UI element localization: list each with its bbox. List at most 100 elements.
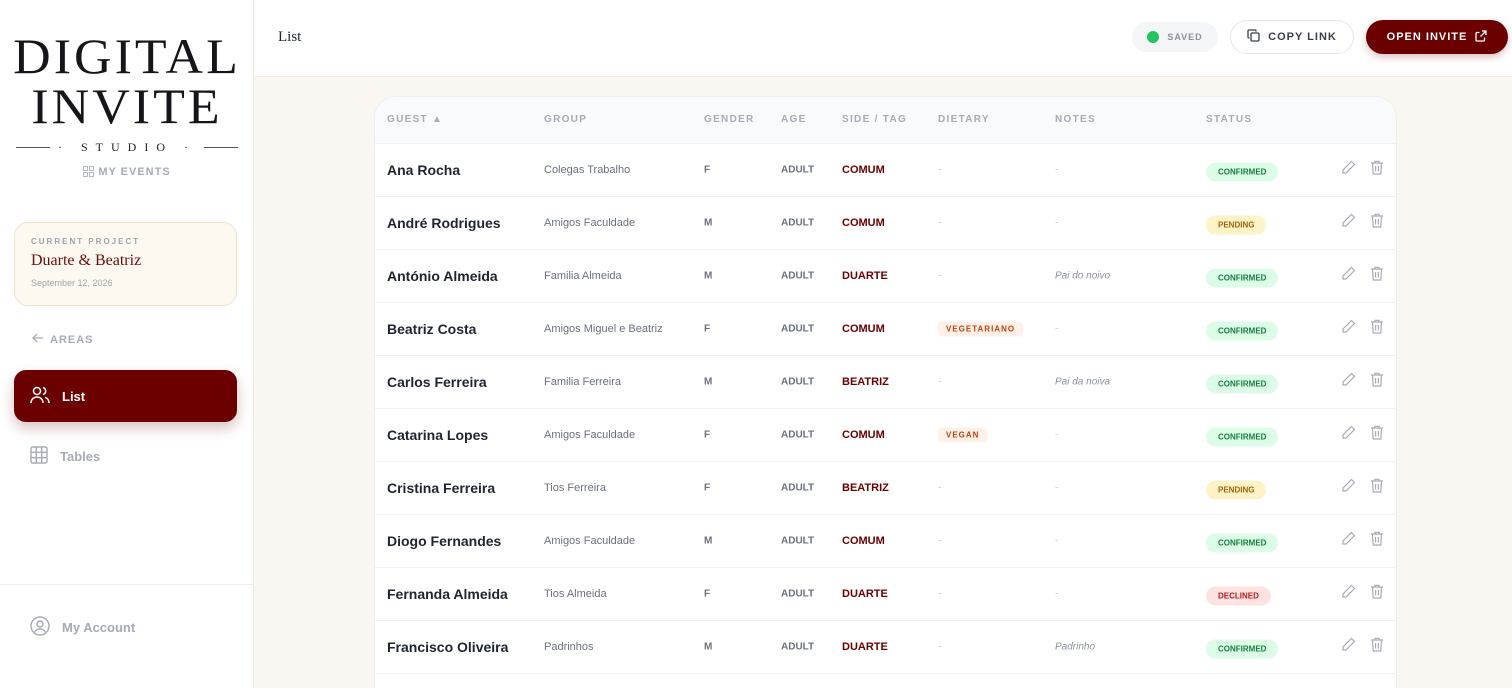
guest-group: Familia Ferreira <box>544 376 622 388</box>
delete-trash-icon[interactable] <box>1370 372 1384 393</box>
guest-age: ADULT <box>781 270 815 282</box>
status-badge: CONFIRMED <box>1206 268 1279 288</box>
delete-trash-icon[interactable] <box>1370 478 1384 499</box>
guest-table: GUEST ▲ GROUP GENDER AGE SIDE / TAG DIET… <box>374 96 1397 688</box>
grid-icon <box>30 445 48 467</box>
guest-name: Cristina Ferreira <box>387 480 496 496</box>
studio-logo[interactable]: DIGITAL INVITE · STUDIO · <box>0 32 254 155</box>
delete-trash-icon[interactable] <box>1370 160 1384 181</box>
guest-notes: Padrinho <box>1055 641 1096 653</box>
table-row[interactable]: Cristina Ferreira Tios Ferreira F ADULT BEAT… <box>375 462 1396 515</box>
guest-gender: M <box>704 641 713 653</box>
status-badge: CONFIRMED <box>1206 639 1279 659</box>
table-row[interactable]: Catarina Lopes Amigos Faculdade F ADULT COMU… <box>375 409 1396 462</box>
edit-pencil-icon[interactable] <box>1341 478 1356 498</box>
guest-gender: F <box>704 482 711 494</box>
column-header-gender[interactable]: GENDER <box>704 114 755 125</box>
edit-pencil-icon[interactable] <box>1341 584 1356 604</box>
column-header-notes[interactable]: NOTES <box>1055 114 1096 125</box>
delete-trash-icon[interactable] <box>1370 266 1384 287</box>
my-events-link[interactable]: MY EVENTS <box>0 166 254 180</box>
table-row[interactable]: António Almeida Familia Almeida M ADULT DUAR… <box>375 250 1396 303</box>
guest-age: ADULT <box>781 641 815 653</box>
guest-gender: F <box>704 164 711 176</box>
guest-gender: M <box>704 270 713 282</box>
guest-side-tag: BEATRIZ <box>842 376 889 388</box>
guest-notes: - <box>1055 588 1059 600</box>
sidebar-item-tables[interactable]: Tables <box>14 430 237 482</box>
status-badge: CONFIRMED <box>1206 374 1279 394</box>
guest-group: Amigos Faculdade <box>544 217 636 229</box>
delete-trash-icon[interactable] <box>1370 213 1384 234</box>
guest-age: ADULT <box>781 323 815 335</box>
table-row[interactable]: Fernanda Almeida Tios Almeida F ADULT DUARTE… <box>375 568 1396 621</box>
guest-age: ADULT <box>781 535 815 547</box>
guest-age: ADULT <box>781 429 815 441</box>
copy-link-button[interactable]: COPY LINK <box>1230 20 1354 54</box>
guest-side-tag: DUARTE <box>842 641 888 653</box>
status-badge: CONFIRMED <box>1206 427 1279 447</box>
my-account-label: My Account <box>62 620 136 635</box>
table-row[interactable]: André Rodrigues Amigos Faculdade M ADULT COM… <box>375 197 1396 250</box>
guest-group: Tios Almeida <box>544 588 607 600</box>
guest-age: ADULT <box>781 588 815 600</box>
delete-trash-icon[interactable] <box>1370 531 1384 552</box>
table-row[interactable]: Ana Rocha Colegas Trabalho F ADULT COMUM - - CO… <box>375 144 1396 197</box>
table-row[interactable]: Diogo Fernandes Amigos Faculdade M ADULT COM… <box>375 515 1396 568</box>
delete-trash-icon[interactable] <box>1370 637 1384 658</box>
guest-name: Carlos Ferreira <box>387 374 487 390</box>
guest-dietary: - <box>938 482 942 494</box>
edit-pencil-icon[interactable] <box>1341 319 1356 339</box>
edit-pencil-icon[interactable] <box>1341 531 1356 551</box>
column-header-status[interactable]: STATUS <box>1206 114 1252 125</box>
current-project-name: Duarte & Beatriz <box>31 252 142 269</box>
guest-group: Tios Ferreira <box>544 482 606 494</box>
my-account-link[interactable]: My Account <box>30 616 135 639</box>
guest-age: ADULT <box>781 482 815 494</box>
open-invite-button[interactable]: OPEN INVITE <box>1366 20 1508 54</box>
logo-line-1: DIGITAL <box>13 30 241 85</box>
guest-name: Francisco Oliveira <box>387 639 509 655</box>
guest-age: ADULT <box>781 217 815 229</box>
guest-dietary: - <box>938 588 942 600</box>
page-title: List <box>278 29 302 45</box>
delete-trash-icon[interactable] <box>1370 319 1384 340</box>
edit-pencil-icon[interactable] <box>1341 213 1356 233</box>
guest-name: Diogo Fernandes <box>387 533 502 549</box>
column-header-guest[interactable]: GUEST ▲ <box>387 114 443 125</box>
logo-rule-right <box>204 147 238 148</box>
areas-back-link[interactable]: AREAS <box>32 333 94 346</box>
saved-status-badge: SAVED <box>1132 22 1218 52</box>
copy-icon <box>1247 29 1260 45</box>
delete-trash-icon[interactable] <box>1370 584 1384 605</box>
edit-pencil-icon[interactable] <box>1341 372 1356 392</box>
guest-side-tag: COMUM <box>842 429 885 441</box>
edit-pencil-icon[interactable] <box>1341 425 1356 445</box>
logo-line-3: · STUDIO · <box>58 140 196 154</box>
guest-side-tag: DUARTE <box>842 588 888 600</box>
column-header-dietary[interactable]: DIETARY <box>938 114 990 125</box>
logo-rule-left <box>16 147 50 148</box>
guest-side-tag: COMUM <box>842 217 885 229</box>
guest-group: Familia Almeida <box>544 270 622 282</box>
column-header-side-tag[interactable]: SIDE / TAG <box>842 114 907 125</box>
edit-pencil-icon[interactable] <box>1341 266 1356 286</box>
guest-notes: - <box>1055 535 1059 547</box>
guest-notes: - <box>1055 217 1059 229</box>
sidebar-item-list[interactable]: List <box>14 370 237 422</box>
guest-name: Fernanda Almeida <box>387 586 508 602</box>
column-header-group[interactable]: GROUP <box>544 114 587 125</box>
table-row[interactable]: Carlos Ferreira Familia Ferreira M ADULT BEA… <box>375 356 1396 409</box>
table-row[interactable]: Francisco Oliveira Padrinhos M ADULT DUARTE -… <box>375 621 1396 674</box>
delete-trash-icon[interactable] <box>1370 425 1384 446</box>
column-header-age[interactable]: AGE <box>781 114 807 125</box>
guest-age: ADULT <box>781 376 815 388</box>
edit-pencil-icon[interactable] <box>1341 637 1356 657</box>
table-row[interactable]: Beatriz Costa Amigos Miguel e Beatriz F ADU… <box>375 303 1396 356</box>
guest-gender: M <box>704 217 713 229</box>
logo-line-2: INVITE <box>31 80 223 135</box>
current-project-card[interactable]: CURRENT PROJECT Duarte & Beatriz Septemb… <box>14 222 237 306</box>
status-badge: DECLINED <box>1206 586 1271 606</box>
status-badge: PENDING <box>1206 215 1267 235</box>
edit-pencil-icon[interactable] <box>1341 160 1356 180</box>
